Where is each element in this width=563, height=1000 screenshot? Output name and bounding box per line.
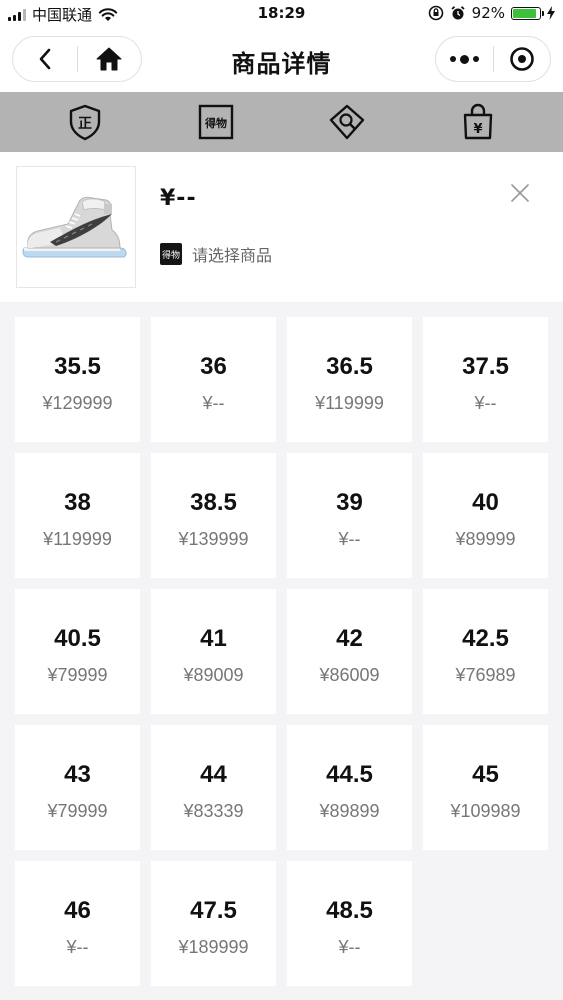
size-label: 44.5	[326, 761, 373, 788]
size-price: ¥139999	[178, 529, 249, 549]
size-label: 40.5	[54, 625, 101, 652]
size-label: 35.5	[54, 353, 101, 380]
dewu-logo-glyph: 得物	[204, 116, 227, 130]
size-price: ¥109989	[450, 801, 521, 821]
size-price: ¥89009	[183, 665, 244, 685]
sneaker-image[interactable]	[16, 166, 136, 288]
charging-icon	[547, 6, 555, 20]
size-option[interactable]: 44 ¥83339	[151, 725, 276, 850]
select-product-hint: 请选择商品	[192, 246, 273, 265]
size-price: ¥129999	[42, 393, 113, 413]
size-label: 36	[200, 353, 227, 380]
size-label: 42.5	[462, 625, 509, 652]
close-icon[interactable]	[509, 182, 531, 204]
size-option[interactable]: 38.5 ¥139999	[151, 453, 276, 578]
size-price: ¥79999	[47, 665, 108, 685]
size-option[interactable]: 40.5 ¥79999	[15, 589, 140, 714]
size-label: 38	[64, 489, 91, 516]
more-icon	[449, 54, 479, 64]
size-label: 45	[472, 761, 499, 788]
size-label: 41	[200, 625, 227, 652]
size-option[interactable]: 44.5 ¥89899	[287, 725, 412, 850]
size-label: 48.5	[326, 897, 373, 924]
size-label: 42	[336, 625, 363, 652]
size-option[interactable]: 38 ¥119999	[15, 453, 140, 578]
size-label: 47.5	[190, 897, 237, 924]
size-label: 40	[472, 489, 499, 516]
size-option[interactable]: 48.5 ¥--	[287, 861, 412, 986]
capsule-close-button[interactable]	[494, 37, 551, 81]
authentic-glyph: 正	[78, 116, 92, 132]
product-header: ¥-- 得物 请选择商品	[0, 152, 563, 302]
size-option[interactable]: 47.5 ¥189999	[151, 861, 276, 986]
price-bag-icon[interactable]: ¥	[458, 102, 498, 142]
size-price: ¥119999	[43, 529, 112, 549]
dewu-badge-icon: 得物	[160, 243, 182, 265]
size-price: ¥119999	[315, 393, 384, 413]
size-price: ¥79999	[47, 801, 108, 821]
size-label: 38.5	[190, 489, 237, 516]
status-right: 92%	[428, 4, 555, 22]
nav-bar: 商品详情	[0, 28, 563, 92]
size-option[interactable]: 39 ¥--	[287, 453, 412, 578]
size-option[interactable]: 46 ¥--	[15, 861, 140, 986]
more-button[interactable]	[436, 37, 493, 81]
size-option[interactable]: 42 ¥86009	[287, 589, 412, 714]
size-option[interactable]: 35.5 ¥129999	[15, 317, 140, 442]
size-label: 46	[64, 897, 91, 924]
battery-percent: 92%	[471, 4, 505, 22]
dewu-logo-icon[interactable]: 得物	[196, 102, 236, 142]
feature-strip: 正 得物 ¥	[0, 92, 563, 152]
size-label: 37.5	[462, 353, 509, 380]
orientation-lock-icon	[428, 5, 443, 21]
size-option[interactable]: 36.5 ¥119999	[287, 317, 412, 442]
size-option[interactable]: 40 ¥89999	[423, 453, 548, 578]
size-option[interactable]: 42.5 ¥76989	[423, 589, 548, 714]
capsule-close-icon	[509, 47, 534, 71]
price-bag-glyph: ¥	[473, 122, 482, 137]
size-option[interactable]: 45 ¥109989	[423, 725, 548, 850]
nav-right-capsule	[435, 36, 551, 82]
battery-icon	[511, 6, 544, 20]
alarm-icon	[451, 6, 465, 20]
size-label: 36.5	[326, 353, 373, 380]
size-price: ¥89999	[455, 529, 516, 549]
size-label: 44	[200, 761, 227, 788]
product-detail-page: 中国联通 18:29 92% 商品详情 正 得物 ¥ ¥-- 得物 请选择商品 …	[0, 0, 563, 1000]
size-grid: 35.5 ¥129999 36 ¥-- 36.5 ¥119999 37.5 ¥-- 38 ¥119…	[15, 317, 549, 986]
size-label: 43	[64, 761, 91, 788]
authentic-icon[interactable]: 正	[65, 102, 105, 142]
size-price: ¥--	[338, 937, 361, 957]
size-price: ¥86009	[319, 665, 380, 685]
size-option[interactable]: 36 ¥--	[151, 317, 276, 442]
size-price: ¥--	[202, 393, 225, 413]
size-option[interactable]: 37.5 ¥--	[423, 317, 548, 442]
size-price: ¥189999	[178, 937, 249, 957]
size-price: ¥76989	[455, 665, 516, 685]
size-price: ¥--	[66, 937, 89, 957]
product-price: ¥--	[160, 186, 197, 211]
size-option[interactable]: 43 ¥79999	[15, 725, 140, 850]
size-price: ¥89899	[319, 801, 380, 821]
size-option[interactable]: 41 ¥89009	[151, 589, 276, 714]
size-price: ¥83339	[183, 801, 244, 821]
size-price: ¥--	[338, 529, 361, 549]
brand-row: 得物 请选择商品	[160, 242, 272, 266]
identify-icon[interactable]	[327, 102, 367, 142]
size-price: ¥--	[474, 393, 497, 413]
size-label: 39	[336, 489, 363, 516]
status-bar: 中国联通 18:29 92%	[0, 0, 563, 28]
